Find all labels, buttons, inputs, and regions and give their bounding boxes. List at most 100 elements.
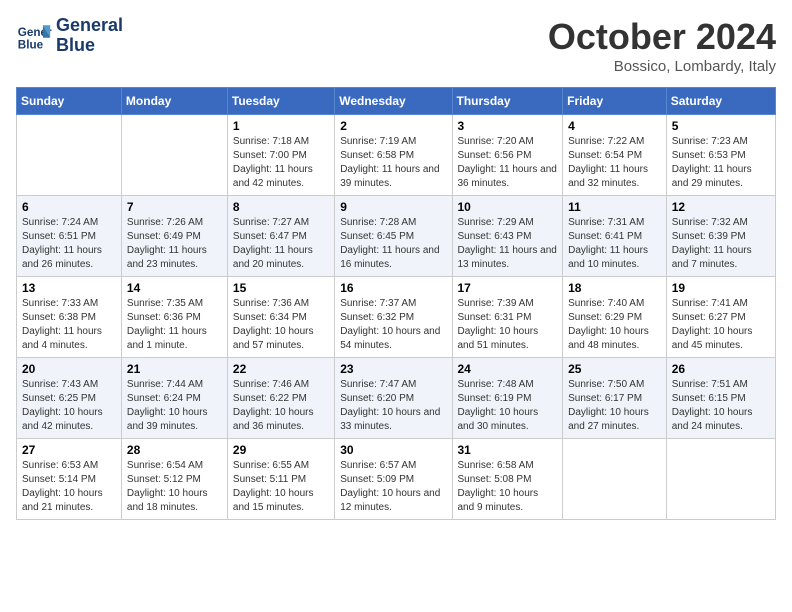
cell-info: Sunrise: 7:43 AM Sunset: 6:25 PM Dayligh… bbox=[22, 378, 116, 434]
week-row-2: 6Sunrise: 7:24 AM Sunset: 6:51 PM Daylig… bbox=[17, 196, 776, 277]
day-number: 13 bbox=[22, 281, 116, 295]
day-cell: 5Sunrise: 7:23 AM Sunset: 6:53 PM Daylig… bbox=[666, 115, 775, 196]
day-cell bbox=[17, 115, 122, 196]
cell-info: Sunrise: 6:53 AM Sunset: 5:14 PM Dayligh… bbox=[22, 459, 116, 515]
cell-info: Sunrise: 7:46 AM Sunset: 6:22 PM Dayligh… bbox=[233, 378, 329, 434]
week-row-5: 27 Sunrise: 6:53 AM Sunset: 5:14 PM Dayli… bbox=[17, 439, 776, 520]
day-cell: 27 Sunrise: 6:53 AM Sunset: 5:14 PM Dayli… bbox=[17, 439, 122, 520]
day-number: 16 bbox=[340, 281, 446, 295]
day-number: 15 bbox=[233, 281, 329, 295]
day-cell: 1 Sunrise: 7:18 AM Sunset: 7:00 PM Daylig… bbox=[227, 115, 334, 196]
week-row-3: 13 Sunrise: 7:33 AM Sunset: 6:38 PM Dayli… bbox=[17, 277, 776, 358]
day-cell: 18Sunrise: 7:40 AM Sunset: 6:29 PM Dayli… bbox=[563, 277, 667, 358]
day-cell: 10 Sunrise: 7:29 AM Sunset: 6:43 PM Dayli… bbox=[452, 196, 563, 277]
day-cell: 7 Sunrise: 7:26 AM Sunset: 6:49 PM Daylig… bbox=[121, 196, 227, 277]
day-number: 8 bbox=[233, 200, 329, 214]
cell-info: Sunrise: 7:50 AM Sunset: 6:17 PM Dayligh… bbox=[568, 378, 661, 434]
day-number: 10 bbox=[458, 200, 558, 214]
cell-info: Sunrise: 7:33 AM Sunset: 6:38 PM Dayligh… bbox=[22, 297, 116, 353]
cell-info: Sunrise: 7:18 AM Sunset: 7:00 PM Dayligh… bbox=[233, 135, 329, 191]
day-cell bbox=[563, 439, 667, 520]
day-number: 25 bbox=[568, 362, 661, 376]
day-cell bbox=[666, 439, 775, 520]
day-number: 2 bbox=[340, 119, 446, 133]
day-number: 31 bbox=[458, 443, 558, 457]
day-cell: 17 Sunrise: 7:39 AM Sunset: 6:31 PM Dayli… bbox=[452, 277, 563, 358]
day-cell bbox=[121, 115, 227, 196]
cell-info: Sunrise: 7:47 AM Sunset: 6:20 PM Dayligh… bbox=[340, 378, 446, 434]
day-cell: 8 Sunrise: 7:27 AM Sunset: 6:47 PM Daylig… bbox=[227, 196, 334, 277]
day-number: 30 bbox=[340, 443, 446, 457]
day-header-saturday: Saturday bbox=[666, 88, 775, 115]
day-cell: 2 Sunrise: 7:19 AM Sunset: 6:58 PM Daylig… bbox=[335, 115, 452, 196]
day-cell: 28 Sunrise: 6:54 AM Sunset: 5:12 PM Dayli… bbox=[121, 439, 227, 520]
day-cell: 19 Sunrise: 7:41 AM Sunset: 6:27 PM Dayli… bbox=[666, 277, 775, 358]
day-header-sunday: Sunday bbox=[17, 88, 122, 115]
cell-info: Sunrise: 7:19 AM Sunset: 6:58 PM Dayligh… bbox=[340, 135, 446, 191]
cell-info: Sunrise: 6:57 AM Sunset: 5:09 PM Dayligh… bbox=[340, 459, 446, 515]
day-cell: 3Sunrise: 7:20 AM Sunset: 6:56 PM Daylig… bbox=[452, 115, 563, 196]
day-number: 26 bbox=[672, 362, 770, 376]
calendar-table: SundayMondayTuesdayWednesdayThursdayFrid… bbox=[16, 87, 776, 520]
day-number: 28 bbox=[127, 443, 222, 457]
logo: General Blue General Blue bbox=[16, 16, 123, 56]
day-cell: 31 Sunrise: 6:58 AM Sunset: 5:08 PM Dayli… bbox=[452, 439, 563, 520]
day-number: 23 bbox=[340, 362, 446, 376]
week-row-1: 1 Sunrise: 7:18 AM Sunset: 7:00 PM Daylig… bbox=[17, 115, 776, 196]
day-cell: 29 Sunrise: 6:55 AM Sunset: 5:11 PM Dayli… bbox=[227, 439, 334, 520]
day-number: 6 bbox=[22, 200, 116, 214]
cell-info: Sunrise: 7:48 AM Sunset: 6:19 PM Dayligh… bbox=[458, 378, 558, 434]
cell-info: Sunrise: 7:39 AM Sunset: 6:31 PM Dayligh… bbox=[458, 297, 558, 353]
cell-info: Sunrise: 7:32 AM Sunset: 6:39 PM Dayligh… bbox=[672, 216, 770, 272]
cell-info: Sunrise: 7:20 AM Sunset: 6:56 PM Dayligh… bbox=[458, 135, 558, 191]
day-number: 24 bbox=[458, 362, 558, 376]
location: Bossico, Lombardy, Italy bbox=[548, 58, 776, 75]
week-row-4: 20 Sunrise: 7:43 AM Sunset: 6:25 PM Dayli… bbox=[17, 358, 776, 439]
day-cell: 25 Sunrise: 7:50 AM Sunset: 6:17 PM Dayli… bbox=[563, 358, 667, 439]
day-number: 20 bbox=[22, 362, 116, 376]
day-number: 27 bbox=[22, 443, 116, 457]
day-cell: 9 Sunrise: 7:28 AM Sunset: 6:45 PM Daylig… bbox=[335, 196, 452, 277]
cell-info: Sunrise: 7:40 AM Sunset: 6:29 PM Dayligh… bbox=[568, 297, 661, 353]
day-cell: 30 Sunrise: 6:57 AM Sunset: 5:09 PM Dayli… bbox=[335, 439, 452, 520]
day-cell: 6Sunrise: 7:24 AM Sunset: 6:51 PM Daylig… bbox=[17, 196, 122, 277]
day-number: 5 bbox=[672, 119, 770, 133]
day-number: 14 bbox=[127, 281, 222, 295]
day-number: 9 bbox=[340, 200, 446, 214]
cell-info: Sunrise: 7:27 AM Sunset: 6:47 PM Dayligh… bbox=[233, 216, 329, 272]
cell-info: Sunrise: 6:55 AM Sunset: 5:11 PM Dayligh… bbox=[233, 459, 329, 515]
day-header-thursday: Thursday bbox=[452, 88, 563, 115]
day-header-friday: Friday bbox=[563, 88, 667, 115]
day-number: 7 bbox=[127, 200, 222, 214]
day-header-wednesday: Wednesday bbox=[335, 88, 452, 115]
month-title: October 2024 bbox=[548, 16, 776, 58]
cell-info: Sunrise: 7:41 AM Sunset: 6:27 PM Dayligh… bbox=[672, 297, 770, 353]
day-number: 12 bbox=[672, 200, 770, 214]
title-block: October 2024 Bossico, Lombardy, Italy bbox=[548, 16, 776, 75]
cell-info: Sunrise: 7:26 AM Sunset: 6:49 PM Dayligh… bbox=[127, 216, 222, 272]
day-number: 29 bbox=[233, 443, 329, 457]
day-cell: 15Sunrise: 7:36 AM Sunset: 6:34 PM Dayli… bbox=[227, 277, 334, 358]
day-number: 1 bbox=[233, 119, 329, 133]
day-cell: 23 Sunrise: 7:47 AM Sunset: 6:20 PM Dayli… bbox=[335, 358, 452, 439]
cell-info: Sunrise: 6:58 AM Sunset: 5:08 PM Dayligh… bbox=[458, 459, 558, 515]
cell-info: Sunrise: 7:22 AM Sunset: 6:54 PM Dayligh… bbox=[568, 135, 661, 191]
logo-general: General bbox=[56, 16, 123, 36]
day-number: 17 bbox=[458, 281, 558, 295]
day-cell: 12 Sunrise: 7:32 AM Sunset: 6:39 PM Dayli… bbox=[666, 196, 775, 277]
day-cell: 21Sunrise: 7:44 AM Sunset: 6:24 PM Dayli… bbox=[121, 358, 227, 439]
cell-info: Sunrise: 7:51 AM Sunset: 6:15 PM Dayligh… bbox=[672, 378, 770, 434]
day-number: 19 bbox=[672, 281, 770, 295]
cell-info: Sunrise: 6:54 AM Sunset: 5:12 PM Dayligh… bbox=[127, 459, 222, 515]
cell-info: Sunrise: 7:37 AM Sunset: 6:32 PM Dayligh… bbox=[340, 297, 446, 353]
cell-info: Sunrise: 7:35 AM Sunset: 6:36 PM Dayligh… bbox=[127, 297, 222, 353]
day-cell: 13 Sunrise: 7:33 AM Sunset: 6:38 PM Dayli… bbox=[17, 277, 122, 358]
day-cell: 24 Sunrise: 7:48 AM Sunset: 6:19 PM Dayli… bbox=[452, 358, 563, 439]
svg-text:Blue: Blue bbox=[18, 38, 44, 51]
day-cell: 4 Sunrise: 7:22 AM Sunset: 6:54 PM Daylig… bbox=[563, 115, 667, 196]
day-number: 4 bbox=[568, 119, 661, 133]
day-header-monday: Monday bbox=[121, 88, 227, 115]
cell-info: Sunrise: 7:29 AM Sunset: 6:43 PM Dayligh… bbox=[458, 216, 558, 272]
cell-info: Sunrise: 7:28 AM Sunset: 6:45 PM Dayligh… bbox=[340, 216, 446, 272]
day-cell: 22Sunrise: 7:46 AM Sunset: 6:22 PM Dayli… bbox=[227, 358, 334, 439]
